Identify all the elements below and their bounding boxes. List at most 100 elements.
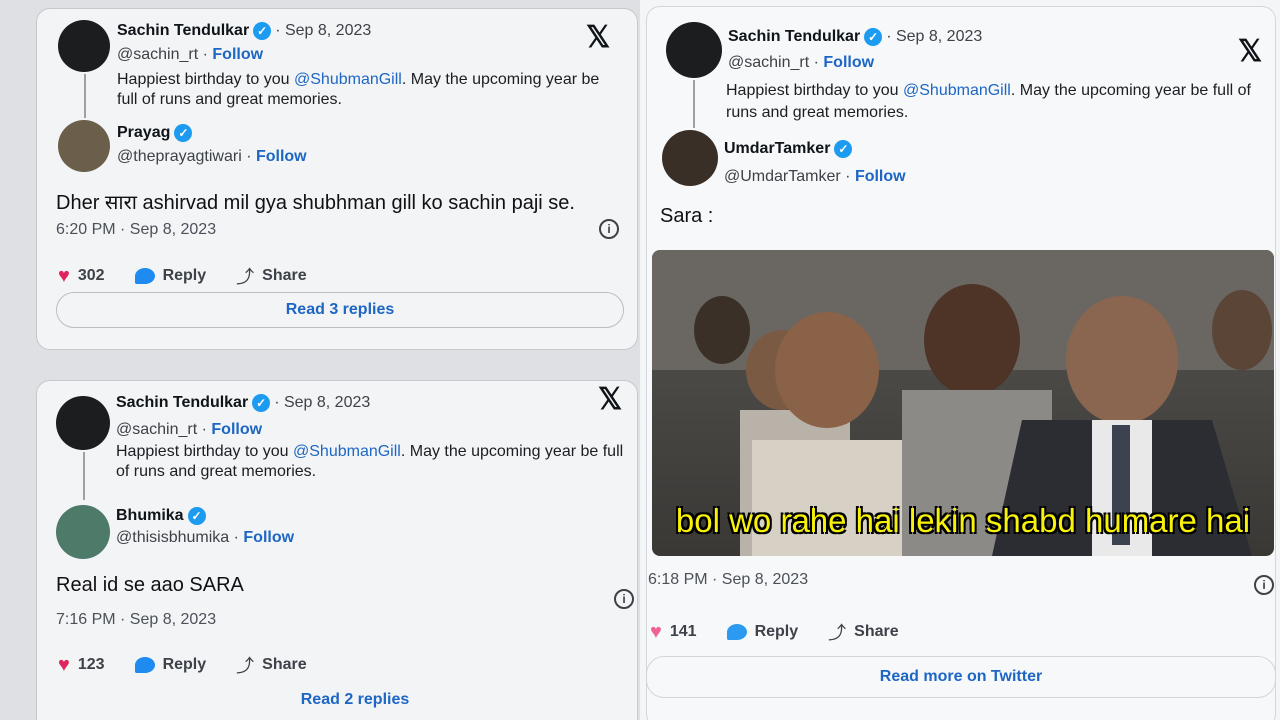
reply-button[interactable]: Reply [726, 623, 799, 641]
meme-image[interactable]: bol wo rahe hai lekin shabd humare hai [652, 250, 1274, 556]
tweet-actions: ♥ 141 Reply ⤴ Share [650, 619, 929, 645]
mention-link[interactable]: @ShubmanGill [293, 443, 401, 460]
mention-link[interactable]: @ShubmanGill [294, 71, 402, 88]
tweet-text: Happiest birthday to you @ShubmanGill. M… [116, 443, 624, 480]
reply-button[interactable]: Reply [134, 656, 207, 674]
share-label: Share [262, 267, 307, 284]
reply-bubble-icon [726, 624, 747, 640]
author-name[interactable]: Prayag [117, 124, 170, 142]
share-icon: ⤴ [236, 656, 255, 676]
tweet-actions: ♥ 123 Reply ⤴ Share [58, 652, 337, 678]
thread-connector [84, 74, 86, 118]
tweet-actions: ♥ 302 Reply ⤴ Share [58, 263, 337, 289]
share-button[interactable]: ⤴ Share [828, 619, 898, 645]
tweet-date: · Sep 8, 2023 [886, 28, 983, 45]
heart-icon: ♥ [650, 620, 662, 643]
like-count: 141 [669, 623, 697, 640]
reply-text: Dher सारा ashirvad mil gya shubhman gill… [56, 192, 575, 214]
reply-text: Real id se aao SARA [56, 574, 244, 596]
heart-icon: ♥ [58, 653, 70, 676]
tweet-text: Happiest birthday to you @ShubmanGill. M… [726, 82, 1251, 121]
avatar[interactable] [666, 22, 722, 78]
reply-label: Reply [162, 656, 207, 673]
author-handle: @thisisbhumika · [116, 529, 239, 546]
author-row: Sachin Tendulkar ✓ · Sep 8, 2023 [116, 394, 370, 412]
verified-icon: ✓ [253, 22, 272, 40]
like-button[interactable]: ♥ 141 [650, 621, 697, 644]
follow-button[interactable]: Follow [256, 148, 307, 165]
info-icon[interactable]: i [614, 589, 634, 609]
x-logo-icon[interactable]: 𝕏 [586, 20, 610, 55]
author-name[interactable]: Sachin Tendulkar [728, 28, 860, 46]
author-name[interactable]: Sachin Tendulkar [117, 22, 249, 40]
x-logo-icon[interactable]: 𝕏 [598, 382, 622, 417]
author-handle: @sachin_rt · [116, 421, 207, 438]
info-icon[interactable]: i [599, 219, 619, 239]
like-button[interactable]: ♥ 302 [58, 265, 105, 288]
reply-bubble-icon [134, 268, 155, 284]
handle-row: @sachin_rt · Follow [117, 46, 263, 64]
verified-icon: ✓ [864, 28, 883, 46]
meme-caption: bol wo rahe hai lekin shabd humare hai [675, 502, 1251, 539]
follow-button[interactable]: Follow [212, 46, 263, 63]
avatar[interactable] [58, 120, 110, 172]
share-icon: ⤴ [236, 267, 255, 287]
author-handle: @sachin_rt · [728, 54, 819, 71]
author-name[interactable]: Bhumika [116, 507, 184, 525]
author-row: Sachin Tendulkar ✓ · Sep 8, 2023 [117, 22, 371, 40]
reply-bubble-icon [134, 657, 155, 673]
handle-row: @theprayagtiwari · Follow [117, 148, 307, 166]
avatar[interactable] [56, 505, 110, 559]
like-button[interactable]: ♥ 123 [58, 654, 105, 677]
author-name[interactable]: UmdarTamker [724, 140, 830, 158]
avatar[interactable] [58, 20, 110, 72]
verified-icon: ✓ [834, 140, 853, 158]
share-button[interactable]: ⤴ Share [236, 263, 306, 289]
author-handle: @UmdarTamker · [724, 168, 851, 185]
handle-row: @UmdarTamker · Follow [724, 168, 906, 186]
handle-row: @sachin_rt · Follow [116, 421, 262, 439]
verified-icon: ✓ [252, 394, 271, 412]
handle-row: @sachin_rt · Follow [728, 54, 874, 72]
tweet-date: · Sep 8, 2023 [274, 394, 371, 411]
info-icon[interactable]: i [1254, 575, 1274, 595]
share-button[interactable]: ⤴ Share [236, 652, 306, 678]
reply-label: Reply [754, 623, 799, 640]
tweet-timestamp[interactable]: 7:16 PM · Sep 8, 2023 [56, 611, 216, 629]
tweet-timestamp[interactable]: 6:20 PM · Sep 8, 2023 [56, 221, 216, 239]
author-row: Sachin Tendulkar ✓ · Sep 8, 2023 [728, 28, 982, 46]
follow-button[interactable]: Follow [823, 54, 874, 71]
tweet-timestamp[interactable]: 6:18 PM · Sep 8, 2023 [648, 571, 808, 589]
reply-button[interactable]: Reply [134, 267, 207, 285]
author-row: Prayag ✓ [117, 124, 193, 142]
verified-icon: ✓ [174, 124, 193, 142]
x-logo-icon[interactable]: 𝕏 [1238, 34, 1262, 69]
reply-label: Reply [162, 267, 207, 284]
handle-row: @thisisbhumika · Follow [116, 529, 294, 547]
share-icon: ⤴ [828, 623, 847, 643]
left-screenshot-panel: Sachin Tendulkar ✓ · Sep 8, 2023 𝕏 @sach… [0, 0, 640, 720]
avatar[interactable] [56, 396, 110, 450]
heart-icon: ♥ [58, 264, 70, 287]
mention-link[interactable]: @ShubmanGill [903, 82, 1011, 99]
read-replies-button[interactable]: Read 3 replies [56, 292, 624, 328]
like-count: 123 [77, 656, 105, 673]
read-replies-button[interactable]: Read 2 replies [56, 684, 640, 716]
like-count: 302 [77, 267, 105, 284]
read-more-on-twitter-button[interactable]: Read more on Twitter [646, 656, 1276, 698]
author-name[interactable]: Sachin Tendulkar [116, 394, 248, 412]
reply-text: Sara : [660, 205, 714, 227]
follow-button[interactable]: Follow [211, 421, 262, 438]
author-handle: @theprayagtiwari · [117, 148, 252, 165]
verified-icon: ✓ [187, 507, 206, 525]
share-label: Share [854, 623, 899, 640]
avatar[interactable] [662, 130, 718, 186]
thread-connector [83, 452, 85, 500]
author-row: UmdarTamker ✓ [724, 140, 853, 158]
tweet-text: Happiest birthday to you @ShubmanGill. M… [117, 71, 600, 108]
tweet-date: · Sep 8, 2023 [275, 22, 372, 39]
thread-connector [693, 80, 695, 128]
follow-button[interactable]: Follow [855, 168, 906, 185]
follow-button[interactable]: Follow [243, 529, 294, 546]
share-label: Share [262, 656, 307, 673]
